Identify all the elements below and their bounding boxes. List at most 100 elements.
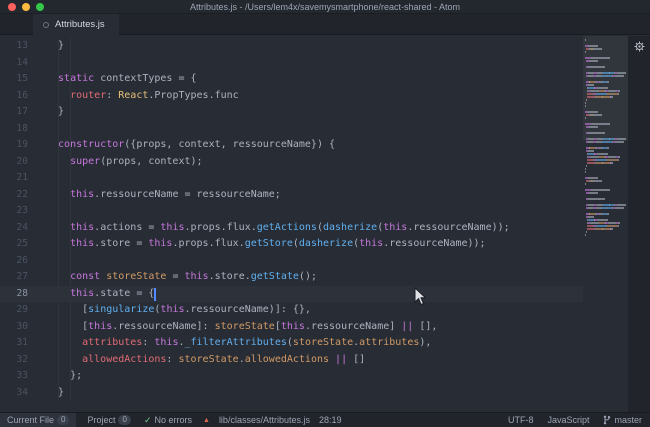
line-number: 14 xyxy=(0,55,38,72)
code-line-15[interactable]: static contextTypes = { xyxy=(38,71,583,88)
minimap-line xyxy=(584,138,628,140)
minimap-token xyxy=(589,126,598,128)
minimap-token xyxy=(611,162,613,164)
code-token: .ressourceName] xyxy=(305,321,401,332)
line-number: 17 xyxy=(0,104,38,121)
code-token: static xyxy=(46,73,94,84)
minimap-token xyxy=(588,66,605,68)
code-token: .ressourceName)); xyxy=(383,238,485,249)
code-line-16[interactable]: router: React.PropTypes.func xyxy=(38,88,583,105)
code-line-27[interactable]: const storeState = this.store.getState()… xyxy=(38,269,583,286)
minimap-token xyxy=(611,96,613,98)
code-line-13[interactable]: } xyxy=(38,38,583,55)
close-window-button[interactable] xyxy=(8,3,16,11)
code-token: super xyxy=(46,156,100,167)
minimap-token xyxy=(615,75,624,77)
minimap[interactable] xyxy=(583,36,628,412)
code-line-33[interactable]: }; xyxy=(38,368,583,385)
code-token: this xyxy=(383,222,407,233)
minimap-line xyxy=(584,159,628,161)
code-line-17[interactable]: } xyxy=(38,104,583,121)
line-number: 22 xyxy=(0,187,38,204)
line-number: 21 xyxy=(0,170,38,187)
code-token: [] xyxy=(347,354,365,365)
line-number: 27 xyxy=(0,269,38,286)
traffic-lights xyxy=(8,3,44,11)
code-token: attributes xyxy=(359,337,419,348)
minimap-token xyxy=(618,159,619,161)
code-token: const xyxy=(46,271,100,282)
tab-attributes-js[interactable]: Attributes.js xyxy=(33,14,119,35)
minimap-token xyxy=(607,213,609,215)
minimap-line xyxy=(584,192,628,194)
code-line-28[interactable]: this.state = { xyxy=(38,286,583,303)
code-line-31[interactable]: attributes: this._filterAttributes(store… xyxy=(38,335,583,352)
check-icon: ✓ xyxy=(144,415,152,426)
cursor-position[interactable]: 28:19 xyxy=(319,415,342,425)
minimap-line xyxy=(584,222,628,224)
minimap-token xyxy=(590,90,599,92)
tab-modified-indicator-icon[interactable] xyxy=(43,22,49,28)
minimap-token xyxy=(591,189,610,191)
status-bar: Current File 0 Project 0 ✓ No errors ▲ l… xyxy=(0,412,650,427)
code-line-18[interactable] xyxy=(38,121,583,138)
code-token: router xyxy=(70,90,106,101)
minimap-token xyxy=(585,117,586,119)
warning-triangle-icon[interactable]: ▲ xyxy=(203,417,210,424)
editor-pane[interactable]: 1314151617181920212223242526272829303132… xyxy=(0,36,650,412)
minimap-line xyxy=(584,204,628,206)
code-token: } xyxy=(46,40,64,51)
minimize-window-button[interactable] xyxy=(22,3,30,11)
linter-status[interactable]: ✓ No errors xyxy=(142,415,194,426)
code-token: singularize xyxy=(88,304,154,315)
language-indicator[interactable]: JavaScript xyxy=(547,415,589,425)
code-line-30[interactable]: [this.ressourceName]: storeState[this.re… xyxy=(38,319,583,336)
line-number: 30 xyxy=(0,319,38,336)
code-token: ({props, context, ressourceName}) { xyxy=(124,139,335,150)
code-token: dasherize xyxy=(299,238,353,249)
code-token: storeState xyxy=(293,337,353,348)
linter-project-toggle[interactable]: Project 0 xyxy=(85,415,132,425)
minimap-token xyxy=(617,138,626,140)
code-token: .PropTypes.func xyxy=(148,90,238,101)
minimap-token xyxy=(591,57,610,59)
code-line-26[interactable] xyxy=(38,253,583,270)
file-path[interactable]: lib/classes/Attributes.js xyxy=(219,415,310,425)
line-number: 32 xyxy=(0,352,38,369)
minimap-line xyxy=(584,72,628,74)
code-token: this xyxy=(88,321,112,332)
minimap-token xyxy=(618,225,619,227)
code-line-22[interactable]: this.ressourceName = ressourceName; xyxy=(38,187,583,204)
minimap-line xyxy=(584,195,628,197)
code-line-24[interactable]: this.actions = this.props.flux.getAction… xyxy=(38,220,583,237)
minimap-token xyxy=(585,51,586,53)
code-line-32[interactable]: allowedActions: storeState.allowedAction… xyxy=(38,352,583,369)
code-line-19[interactable]: constructor({props, context, ressourceNa… xyxy=(38,137,583,154)
git-branch[interactable]: master xyxy=(603,415,642,425)
status-bar-right: UTF-8 JavaScript master xyxy=(508,415,642,425)
code-token: : xyxy=(166,354,178,365)
minimap-token xyxy=(618,90,620,92)
minimap-token xyxy=(593,180,601,182)
code-token: dasherize xyxy=(323,222,377,233)
minimap-token xyxy=(597,87,609,89)
code-token: this xyxy=(154,337,178,348)
code-line-21[interactable] xyxy=(38,170,583,187)
code-line-25[interactable]: this.store = this.props.flux.getStore(da… xyxy=(38,236,583,253)
linter-current-file-toggle[interactable]: Current File 0 xyxy=(0,413,76,427)
code-line-34[interactable]: } xyxy=(38,385,583,402)
code-line-23[interactable] xyxy=(38,203,583,220)
minimap-token xyxy=(618,156,620,158)
encoding-indicator[interactable]: UTF-8 xyxy=(508,415,534,425)
code-line-20[interactable]: super(props, context); xyxy=(38,154,583,171)
code-line-14[interactable] xyxy=(38,55,583,72)
gutter: 1314151617181920212223242526272829303132… xyxy=(0,36,38,412)
code-lines[interactable]: } static contextTypes = { router: React.… xyxy=(38,36,583,412)
zoom-window-button[interactable] xyxy=(36,3,44,11)
settings-gear-icon[interactable] xyxy=(634,41,645,52)
code-token: storeState xyxy=(215,321,275,332)
minimap-line xyxy=(584,165,628,167)
code-line-29[interactable]: [singularize(this.ressourceName)]: {}, xyxy=(38,302,583,319)
minimap-token xyxy=(585,234,586,236)
minimap-token xyxy=(590,156,599,158)
